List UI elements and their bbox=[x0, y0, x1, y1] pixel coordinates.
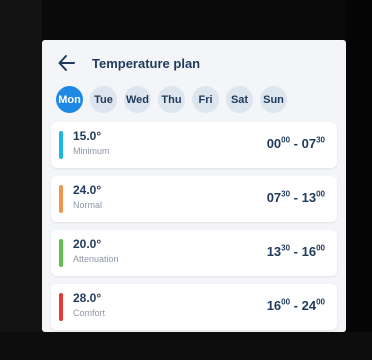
temperature-slot[interactable]: 20.0° Attenuation 1330 - 1600 bbox=[51, 230, 337, 276]
day-wed[interactable]: Wed bbox=[124, 86, 151, 113]
temperature-slot-list: 15.0° Minimum 0000 - 0730 24.0° Normal 0… bbox=[51, 122, 337, 332]
slot-temperature: 20.0° bbox=[73, 237, 102, 251]
slot-color-bar bbox=[59, 185, 63, 213]
slot-temperature: 28.0° bbox=[73, 291, 102, 305]
temperature-slot[interactable]: 24.0° Normal 0730 - 1300 bbox=[51, 176, 337, 222]
day-sun[interactable]: Sun bbox=[260, 86, 287, 113]
slot-temperature: 24.0° bbox=[73, 183, 102, 197]
device-bezel-right bbox=[346, 0, 372, 360]
day-thu[interactable]: Thu bbox=[158, 86, 185, 113]
slot-mode: Normal bbox=[73, 200, 103, 210]
temperature-slot[interactable]: 28.0° Comfort 1600 - 2400 bbox=[51, 284, 337, 330]
slot-time-range: 1600 - 2400 bbox=[266, 297, 325, 313]
arrow-left-icon[interactable] bbox=[56, 52, 78, 74]
thermostat-screen: Temperature plan Mon Tue Wed Thu Fri Sat… bbox=[42, 40, 346, 332]
slot-color-bar bbox=[59, 131, 63, 159]
day-fri[interactable]: Fri bbox=[192, 86, 219, 113]
day-tue[interactable]: Tue bbox=[90, 86, 117, 113]
slot-time-range: 1330 - 1600 bbox=[266, 243, 325, 259]
device-bezel-top bbox=[0, 0, 372, 40]
slot-mode: Attenuation bbox=[73, 254, 119, 264]
device-bezel-left bbox=[0, 0, 42, 360]
slot-time-range: 0730 - 1300 bbox=[266, 189, 325, 205]
day-mon[interactable]: Mon bbox=[56, 86, 83, 113]
temperature-slot[interactable]: 15.0° Minimum 0000 - 0730 bbox=[51, 122, 337, 168]
device-bezel-bottom bbox=[0, 332, 372, 360]
slot-temperature: 15.0° bbox=[73, 129, 102, 143]
day-sat[interactable]: Sat bbox=[226, 86, 253, 113]
slot-time-range: 0000 - 0730 bbox=[266, 135, 325, 151]
slot-mode: Comfort bbox=[73, 308, 106, 318]
slot-mode: Minimum bbox=[73, 146, 110, 156]
slot-color-bar bbox=[59, 293, 63, 321]
header: Temperature plan bbox=[56, 52, 200, 74]
day-selector: Mon Tue Wed Thu Fri Sat Sun bbox=[56, 86, 287, 113]
page-title: Temperature plan bbox=[92, 55, 201, 71]
slot-color-bar bbox=[59, 239, 63, 267]
